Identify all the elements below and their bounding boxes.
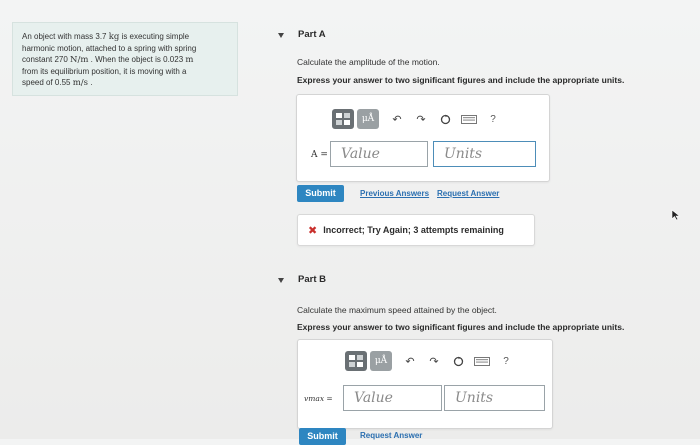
keyboard-icon-glyph [461, 114, 477, 124]
reset-icon-glyph [440, 114, 450, 124]
templates-icon [349, 355, 363, 367]
units-input[interactable]: Units [444, 385, 545, 411]
value-input[interactable]: Value [330, 141, 428, 167]
help-button[interactable]: ? [497, 352, 515, 370]
redo-icon[interactable]: ↷ [425, 352, 443, 370]
problem-text: harmonic motion, attached to a spring wi… [22, 44, 197, 53]
keyboard-icon-glyph [474, 356, 490, 366]
variable-label: A = [311, 150, 328, 160]
collapse-caret-icon[interactable] [278, 33, 284, 38]
incorrect-icon: ✖ [308, 224, 318, 237]
unit-kg: kg [108, 32, 120, 42]
problem-text: . [88, 78, 93, 87]
templates-button[interactable] [345, 351, 367, 371]
submit-button[interactable]: Submit [297, 185, 344, 202]
part-a-prompt: Calculate the amplitude of the motion. [297, 57, 440, 67]
problem-text: . When the object is 0.023 [88, 55, 186, 64]
part-b-instructions: Express your answer to two significant f… [297, 322, 625, 332]
problem-statement: An object with mass 3.7 kg is executing … [12, 22, 238, 96]
reset-icon[interactable] [449, 352, 467, 370]
keyboard-icon[interactable] [473, 352, 491, 370]
feedback-text: Incorrect; Try Again; 3 attempts remaini… [323, 225, 504, 235]
variable-label: vmax = [304, 394, 333, 403]
feedback-message: ✖ Incorrect; Try Again; 3 attempts remai… [297, 214, 535, 246]
part-a-instructions: Express your answer to two significant f… [297, 75, 625, 85]
symbols-button[interactable]: μÅ [357, 109, 379, 129]
mu-label: μÅ [374, 356, 388, 366]
problem-text: is executing simple [119, 32, 190, 41]
symbols-button[interactable]: μÅ [370, 351, 392, 371]
templates-button[interactable] [332, 109, 354, 129]
equation-toolbar: μÅ ↶ ↷ ? [332, 108, 502, 130]
undo-icon[interactable]: ↶ [388, 110, 406, 128]
units-input[interactable]: Units [433, 141, 536, 167]
problem-text: from its equilibrium position, it is mov… [22, 67, 187, 76]
unit-m-per-s: m/s [72, 78, 89, 88]
mu-label: μÅ [361, 114, 375, 124]
undo-icon[interactable]: ↶ [401, 352, 419, 370]
keyboard-icon[interactable] [460, 110, 478, 128]
part-b-title[interactable]: Part B [298, 274, 326, 285]
templates-icon [336, 113, 350, 125]
part-b-prompt: Calculate the maximum speed attained by … [297, 305, 497, 315]
help-button[interactable]: ? [484, 110, 502, 128]
previous-answers-link[interactable]: Previous Answers [360, 189, 429, 198]
value-input[interactable]: Value [343, 385, 442, 411]
redo-icon[interactable]: ↷ [412, 110, 430, 128]
equation-toolbar: μÅ ↶ ↷ ? [345, 350, 515, 372]
submit-button[interactable]: Submit [299, 428, 346, 445]
unit-n-per-m: N/m [70, 55, 89, 65]
mouse-cursor-icon [671, 209, 681, 221]
reset-icon-glyph [453, 356, 463, 366]
problem-text: constant 270 [22, 55, 71, 64]
unit-m: m [185, 55, 194, 65]
part-a-title[interactable]: Part A [298, 29, 326, 40]
reset-icon[interactable] [436, 110, 454, 128]
collapse-caret-icon[interactable] [278, 278, 284, 283]
problem-text: An object with mass 3.7 [22, 32, 109, 41]
problem-text: speed of 0.55 [22, 78, 73, 87]
request-answer-link[interactable]: Request Answer [437, 189, 499, 198]
